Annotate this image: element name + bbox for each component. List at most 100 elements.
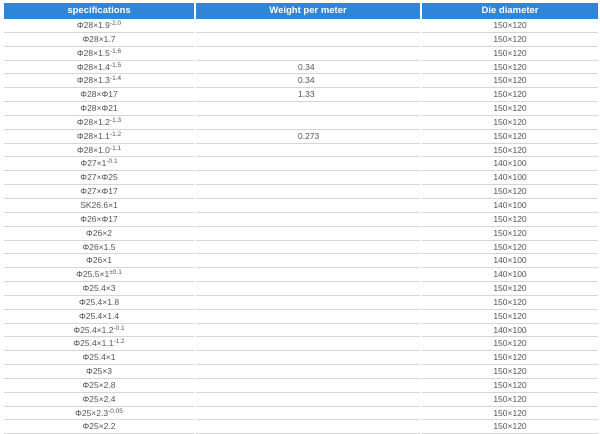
table-row: Φ25.5×1±0.1 140×100	[4, 268, 598, 283]
spec-tolerance: -2.0	[109, 20, 122, 27]
cell-die-diameter: 150×120	[422, 351, 598, 366]
spec-text: Φ25.5×1	[76, 269, 110, 280]
spec-text: Φ25×2.2	[82, 421, 116, 432]
spec-text: Φ28×1.4	[76, 61, 110, 72]
cell-weight-per-meter	[196, 268, 420, 283]
spec-tolerance: -0.1	[113, 324, 125, 332]
cell-weight-per-meter	[196, 227, 420, 241]
spec-tolerance: -1.1	[109, 144, 122, 152]
cell-die-diameter: 150×120	[422, 296, 598, 310]
cell-die-diameter: 150×120	[422, 241, 598, 255]
cell-specification: Φ25.4×3	[4, 282, 194, 296]
cell-die-diameter: 140×100	[422, 171, 598, 186]
spec-text: Φ25.4×1	[82, 352, 116, 363]
cell-die-diameter: 140×100	[422, 199, 598, 213]
spec-text: Φ25.4×1.1	[73, 338, 114, 349]
spec-text: Φ27×Φ17	[80, 186, 118, 197]
spec-tolerance: -1.5	[109, 61, 122, 69]
table-row: Φ25.4×3 150×120	[4, 282, 598, 296]
cell-weight-per-meter	[196, 144, 420, 158]
table-body: Φ28×1.9-2.0 150×120 Φ28×1.7 150×120 Φ28×1.5-…	[4, 19, 598, 434]
spec-text: Φ26×1	[86, 255, 112, 266]
cell-die-diameter: 140×100	[422, 324, 598, 338]
table-row: Φ25×2.8 150×120	[4, 379, 598, 393]
spec-tolerance: -1.2	[113, 338, 125, 346]
cell-die-diameter: 150×120	[422, 310, 598, 324]
cell-weight-per-meter	[196, 33, 420, 47]
spec-text: Φ25.4×1.2	[73, 324, 114, 335]
cell-weight-per-meter	[196, 324, 420, 338]
cell-die-diameter: 150×120	[422, 185, 598, 199]
cell-die-diameter: 150×120	[422, 420, 598, 434]
table-row: Φ28×1.3-1.4 0.34 150×120	[4, 74, 598, 89]
cell-specification: Φ28×1.3-1.4	[4, 74, 194, 89]
header-row: specifications Weight per meter Die diam…	[4, 3, 598, 19]
table-row: Φ27×Φ17 150×120	[4, 185, 598, 199]
cell-weight-per-meter	[196, 116, 420, 130]
table-row: Φ27×Φ25 140×100	[4, 171, 598, 186]
cell-die-diameter: 140×100	[422, 157, 598, 172]
spec-text: Φ26×Φ17	[80, 213, 118, 224]
cell-specification: Φ28×Φ17	[4, 88, 194, 103]
header-weight-per-meter: Weight per meter	[196, 3, 420, 19]
cell-weight-per-meter	[196, 407, 420, 421]
cell-specification: Φ25×2.3-0.05	[4, 407, 194, 421]
spec-text: Φ28×1.7	[82, 33, 116, 44]
cell-weight-per-meter	[196, 337, 420, 352]
table-row: Φ28×Φ21 150×120	[4, 102, 598, 116]
cell-specification: Φ25×2.2	[4, 420, 194, 434]
table-row: Φ25×2.2 150×120	[4, 420, 598, 434]
table-row: Φ25.4×1.2-0.1 140×100	[4, 324, 598, 338]
table-row: Φ28×1.4-1.5 0.34 150×120	[4, 61, 598, 75]
cell-weight-per-meter	[196, 365, 420, 379]
cell-die-diameter: 140×100	[422, 268, 598, 283]
spec-tolerance: -0.1	[106, 158, 118, 166]
cell-specification: Φ25.4×1.2-0.1	[4, 324, 194, 338]
cell-weight-per-meter	[196, 351, 420, 366]
cell-weight-per-meter	[196, 19, 420, 33]
header-specifications: specifications	[4, 3, 194, 19]
cell-weight-per-meter	[196, 185, 420, 199]
cell-weight-per-meter	[196, 310, 420, 324]
cell-weight-per-meter	[196, 47, 420, 61]
spec-text: Φ27×Φ25	[80, 172, 118, 183]
table-row: Φ28×1.1-1.2 0.273 150×120	[4, 130, 598, 144]
cell-specification: Φ25.4×1.8	[4, 296, 194, 310]
table-row: SK26.6×1 140×100	[4, 199, 598, 213]
cell-specification: Φ28×1.0-1.1	[4, 144, 194, 158]
cell-die-diameter: 140×100	[422, 254, 598, 269]
spec-text: Φ25×2.4	[82, 393, 116, 404]
cell-die-diameter: 150×120	[422, 213, 598, 227]
cell-die-diameter: 150×120	[422, 33, 598, 47]
table-row: Φ25.4×1.1-1.2 150×120	[4, 337, 598, 352]
cell-specification: Φ27×Φ25	[4, 171, 194, 186]
table-row: Φ25.4×1 150×120	[4, 351, 598, 366]
header-die-diameter: Die diameter	[422, 3, 598, 19]
table-row: Φ25.4×1.8 150×120	[4, 296, 598, 310]
spec-text: Φ25×3	[86, 366, 112, 377]
cell-specification: Φ25×3	[4, 365, 194, 379]
cell-specification: Φ25.4×1.4	[4, 310, 194, 324]
cell-weight-per-meter	[196, 102, 420, 116]
table-row: Φ25×2.3-0.05 150×120	[4, 407, 598, 421]
spec-tolerance: -1.6	[109, 47, 122, 55]
spec-text: Φ25.4×1.8	[78, 296, 120, 307]
table-row: Φ28×1.5-1.6 150×120	[4, 47, 598, 61]
cell-die-diameter: 150×120	[422, 365, 598, 379]
table-row: Φ28×1.2-1.3 150×120	[4, 116, 598, 130]
cell-die-diameter: 150×120	[422, 407, 598, 421]
cell-weight-per-meter: 0.273	[196, 130, 420, 144]
cell-die-diameter: 150×120	[422, 130, 598, 144]
spec-text: Φ28×1.9	[76, 20, 110, 30]
cell-specification: Φ26×2	[4, 227, 194, 241]
cell-die-diameter: 150×120	[422, 282, 598, 296]
spec-text: Φ25.4×3	[82, 283, 116, 294]
cell-specification: Φ25.4×1.1-1.2	[4, 337, 194, 352]
cell-specification: Φ28×1.7	[4, 33, 194, 47]
table-row: Φ28×1.9-2.0 150×120	[4, 19, 598, 33]
cell-die-diameter: 150×120	[422, 102, 598, 116]
table-row: Φ26×1.5 150×120	[4, 241, 598, 255]
spec-text: Φ26×1.5	[82, 241, 116, 252]
cell-weight-per-meter	[196, 171, 420, 186]
cell-die-diameter: 150×120	[422, 61, 598, 75]
